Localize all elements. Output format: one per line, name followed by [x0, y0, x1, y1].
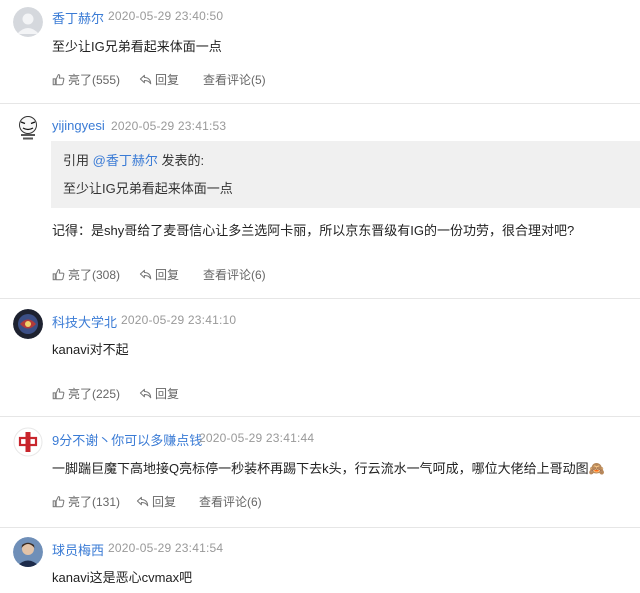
reply-arrow-icon [139, 269, 152, 280]
like-count: 亮了(225) [68, 387, 121, 401]
like-button[interactable]: 亮了(308) [52, 266, 120, 283]
username[interactable]: 9分不谢丶你可以多赚点钱 [52, 430, 202, 449]
divider [0, 416, 640, 417]
timestamp: 2020-05-29 23:41:53 [111, 119, 227, 133]
divider [0, 298, 640, 299]
reply-button[interactable]: 回复 [136, 493, 176, 510]
quote-suffix: 发表的: [161, 153, 205, 168]
thumbs-up-icon [52, 388, 65, 400]
username[interactable]: 球员梅西 [52, 540, 104, 559]
divider [0, 103, 640, 104]
reply-label: 回复 [155, 387, 180, 401]
avatar[interactable] [13, 427, 43, 457]
avatar[interactable] [13, 7, 43, 37]
like-count: 亮了(555) [68, 73, 121, 87]
reply-button[interactable]: 回复 [139, 266, 179, 283]
view-comments-link[interactable]: 查看评论(5) [203, 71, 266, 88]
comment-text: 记得：是shy哥给了麦哥信心让多兰选阿卡丽，所以京东晋级有IG的一份功劳，很合理… [52, 223, 575, 238]
quote-header: 引用 @香丁赫尔 发表的: [63, 150, 204, 169]
quote-block: 引用 @香丁赫尔 发表的: 至少让IG兄弟看起来体面一点 [51, 141, 640, 208]
reply-arrow-icon [136, 496, 149, 507]
like-count: 亮了(308) [68, 268, 121, 282]
comment-text: kanavi对不起 [52, 342, 129, 357]
quote-prefix: 引用 [63, 153, 90, 168]
reply-label: 回复 [152, 495, 177, 509]
thumbs-up-icon [52, 269, 65, 281]
username[interactable]: 科技大学北 [52, 312, 117, 331]
timestamp: 2020-05-29 23:40:50 [108, 9, 224, 23]
view-comments-label: 查看评论(5) [203, 73, 266, 87]
like-button[interactable]: 亮了(131) [52, 493, 120, 510]
comment-text: kanavi这是恶心cvmax吧 [52, 570, 193, 585]
thumbs-up-icon [52, 496, 65, 508]
divider [0, 527, 640, 528]
reply-arrow-icon [139, 388, 152, 399]
reply-button[interactable]: 回复 [139, 385, 179, 402]
quoted-user-link[interactable]: @香丁赫尔 [93, 153, 158, 168]
comment-text: 至少让IG兄弟看起来体面一点 [52, 39, 222, 54]
timestamp: 2020-05-29 23:41:54 [108, 541, 224, 555]
avatar[interactable] [13, 309, 43, 339]
thumbs-up-icon [52, 74, 65, 86]
avatar[interactable] [13, 113, 43, 143]
timestamp: 2020-05-29 23:41:10 [121, 313, 237, 327]
reply-arrow-icon [139, 74, 152, 85]
like-count: 亮了(131) [68, 495, 121, 509]
view-comments-link[interactable]: 查看评论(6) [203, 266, 266, 283]
username[interactable]: 香丁赫尔 [52, 8, 104, 27]
view-comments-label: 查看评论(6) [203, 268, 266, 282]
avatar[interactable] [13, 537, 43, 567]
view-comments-label: 查看评论(6) [199, 495, 262, 509]
username[interactable]: yijingyesi [52, 118, 105, 133]
timestamp: 2020-05-29 23:41:44 [199, 431, 315, 445]
reply-button[interactable]: 回复 [139, 71, 179, 88]
reply-label: 回复 [155, 268, 180, 282]
reply-label: 回复 [155, 73, 180, 87]
view-comments-link[interactable]: 查看评论(6) [199, 493, 262, 510]
like-button[interactable]: 亮了(225) [52, 385, 120, 402]
quote-text: 至少让IG兄弟看起来体面一点 [63, 181, 233, 196]
comment-text: 一脚踹巨魔下高地接Q亮标停一秒装杯再踢下去k头，行云流水一气呵成，哪位大佬给上哥… [52, 461, 605, 476]
like-button[interactable]: 亮了(555) [52, 71, 120, 88]
